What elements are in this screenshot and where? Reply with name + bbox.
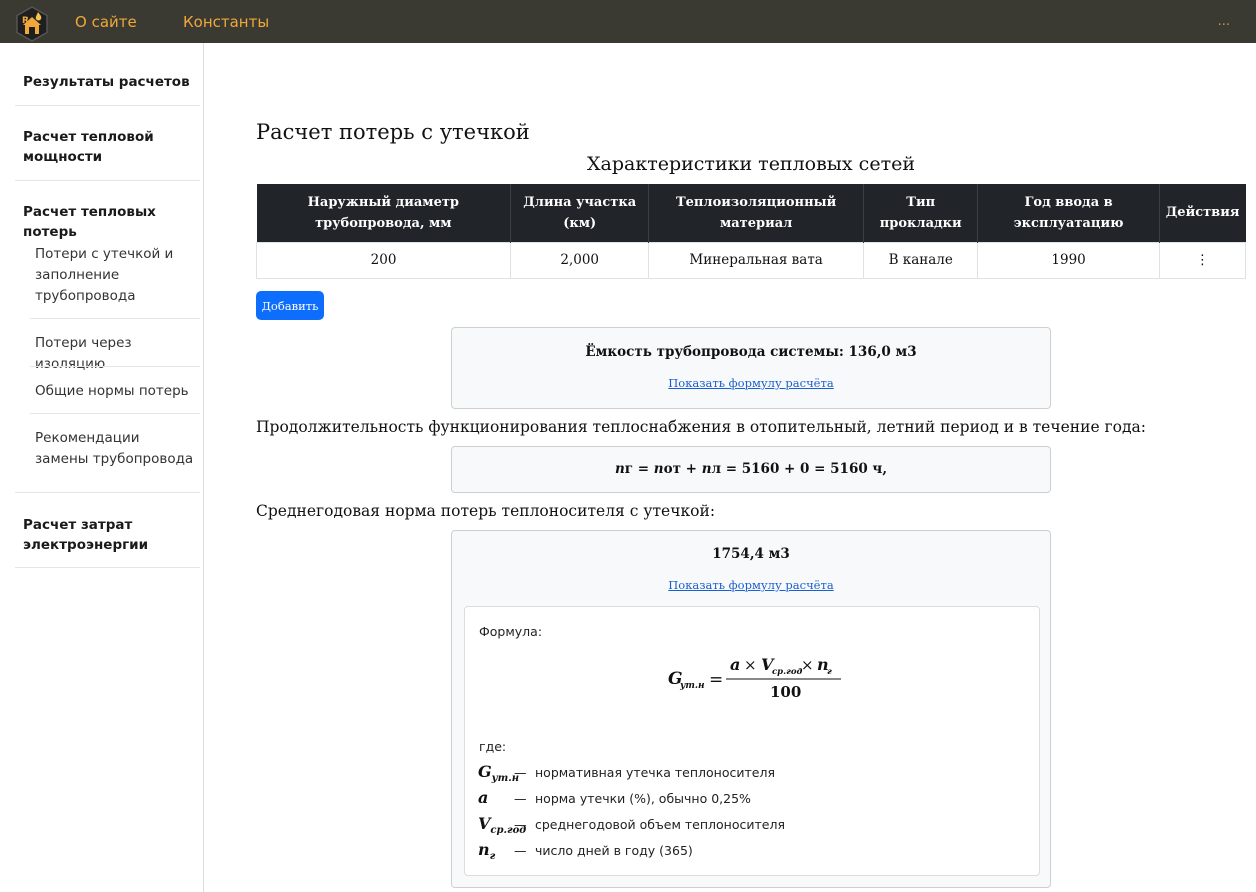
table-cell: 2,000 [510, 241, 650, 279]
sidebar-item-energy-costs[interactable]: Расчет затрат электроэнергии [23, 515, 193, 555]
duration-formula: nг = nот + nл = 5160 + 0 = 5160 ч, [452, 461, 1050, 477]
sidebar-subitem-leak-losses[interactable]: Потери с утечкой и заполнение трубопрово… [35, 244, 195, 307]
norm-value: 1754,4 м3 [712, 546, 790, 562]
top-navbar: R О сайте Константы ... [0, 0, 1256, 43]
capacity-card: Ёмкость трубопровода системы: 136,0 м3 П… [451, 327, 1051, 409]
table-header-row: Наружный диаметр трубопровода, мм Длина … [256, 184, 1246, 242]
column-header: Наружный диаметр трубопровода, мм [256, 184, 512, 242]
sidebar-subitem-insulation-losses[interactable]: Потери через изоляцию [35, 333, 195, 375]
add-button[interactable]: Добавить [256, 291, 324, 320]
table-cell: Минеральная вата [648, 241, 865, 279]
legend-dash: — [514, 765, 527, 780]
formula-text: = 5160 + 0 = 5160 ч, [721, 461, 888, 477]
capacity-value: Ёмкость трубопровода системы: 136,0 м3 [585, 344, 917, 360]
divider [15, 567, 200, 568]
formula-text: × [801, 656, 814, 674]
sidebar-subitem-replacement[interactable]: Рекомендации замены трубопровода [35, 428, 195, 470]
page-title: Расчет потерь с утечкой [256, 120, 530, 144]
duration-formula-card: nг = nот + nл = 5160 + 0 = 5160 ч, [451, 446, 1051, 493]
formula-panel: Формула: G ут.н = a × V ср.год × n г 100… [464, 606, 1040, 876]
legend-description: нормативная утечка теплоносителя [535, 765, 775, 780]
legend-symbol: Vср.год [478, 814, 527, 837]
legend-dash: — [514, 843, 527, 858]
legend-row: nг — число дней в году (365) [478, 840, 1018, 862]
column-header: Действия [1159, 184, 1246, 242]
legend-dash: — [514, 791, 527, 806]
formula-symbol: a [730, 655, 740, 674]
table-cell: 1990 [977, 241, 1160, 279]
sidebar-subitem-loss-norms[interactable]: Общие нормы потерь [35, 381, 195, 402]
formula-subscript: г [624, 461, 634, 477]
duration-heading: Продолжительность функционирования тепло… [256, 418, 1147, 436]
formula-text: × [744, 656, 757, 674]
table-cell: В канале [863, 241, 979, 279]
formula-symbol: n [701, 461, 712, 477]
sidebar-item-heat-power[interactable]: Расчет тепловой мощности [23, 127, 193, 167]
divider [30, 366, 200, 367]
sidebar: Результаты расчетов Расчет тепловой мощн… [0, 43, 204, 892]
legend-row: a — норма утечки (%), обычно 0,25% [478, 788, 1018, 810]
divider [30, 413, 200, 414]
column-header: Длина участка (км) [510, 184, 650, 242]
formula-subscript: г [827, 667, 832, 677]
table-cell: 200 [255, 241, 512, 279]
legend-symbol: Gут.н [478, 762, 520, 785]
show-formula-link[interactable]: Показать формулу расчёта [452, 376, 1050, 390]
nav-more-menu[interactable]: ... [1218, 14, 1230, 29]
formula-text: 100 [770, 683, 801, 701]
legend-symbol: nг [478, 840, 496, 863]
nav-link-about[interactable]: О сайте [75, 13, 137, 31]
leak-formula-equation: G ут.н = a × V ср.год × n г 100 [668, 655, 841, 701]
divider [15, 492, 200, 493]
sidebar-item-heat-losses[interactable]: Расчет тепловых потерь [23, 202, 193, 242]
legend-row: Gут.н — нормативная утечка теплоносителя [478, 762, 1018, 784]
heat-networks-table: Наружный диаметр трубопровода, мм Длина … [255, 184, 1247, 279]
formula-text: = [633, 461, 654, 477]
legend-dash: — [514, 817, 527, 832]
legend-description: число дней в году (365) [535, 843, 693, 858]
formula-subscript: л [711, 461, 722, 477]
table-row: 200 2,000 Минеральная вата В канале 1990… [255, 241, 1247, 279]
formula-text: + [680, 461, 702, 477]
divider [30, 318, 200, 319]
divider [15, 105, 200, 106]
legend-description: среднегодовой объем теплоносителя [535, 817, 785, 832]
column-header: Тип прокладки [863, 184, 979, 242]
norm-card: 1754,4 м3 Показать формулу расчёта Форму… [451, 530, 1051, 888]
norm-heading: Среднегодовая норма потерь теплоносителя… [256, 502, 716, 520]
divider [15, 180, 200, 181]
column-header: Год ввода в эксплуатацию [977, 184, 1160, 242]
formula-label: Формула: [479, 624, 543, 639]
house-flame-logo-icon[interactable]: R [14, 6, 50, 42]
table-caption: Характеристики тепловых сетей [586, 153, 915, 175]
legend-symbol: a [478, 788, 489, 807]
formula-text: = [709, 670, 723, 690]
formula-symbol: n [653, 461, 664, 477]
formula-subscript: ср.год [772, 667, 803, 677]
formula-symbol: n [614, 461, 625, 477]
where-label: где: [479, 739, 507, 754]
column-header: Теплоизоляционный материал [648, 184, 865, 242]
show-formula-link[interactable]: Показать формулу расчёта [452, 578, 1050, 592]
row-actions-menu-icon[interactable]: ⋮ [1158, 241, 1247, 279]
nav-link-constants[interactable]: Константы [183, 13, 269, 31]
legend-row: Vср.год — среднегодовой объем теплоносит… [478, 814, 1018, 836]
legend-description: норма утечки (%), обычно 0,25% [535, 791, 751, 806]
formula-subscript: от [663, 461, 681, 477]
svg-text:R: R [22, 16, 29, 26]
formula-subscript: ут.н [679, 681, 705, 691]
sidebar-item-results[interactable]: Результаты расчетов [23, 72, 193, 92]
